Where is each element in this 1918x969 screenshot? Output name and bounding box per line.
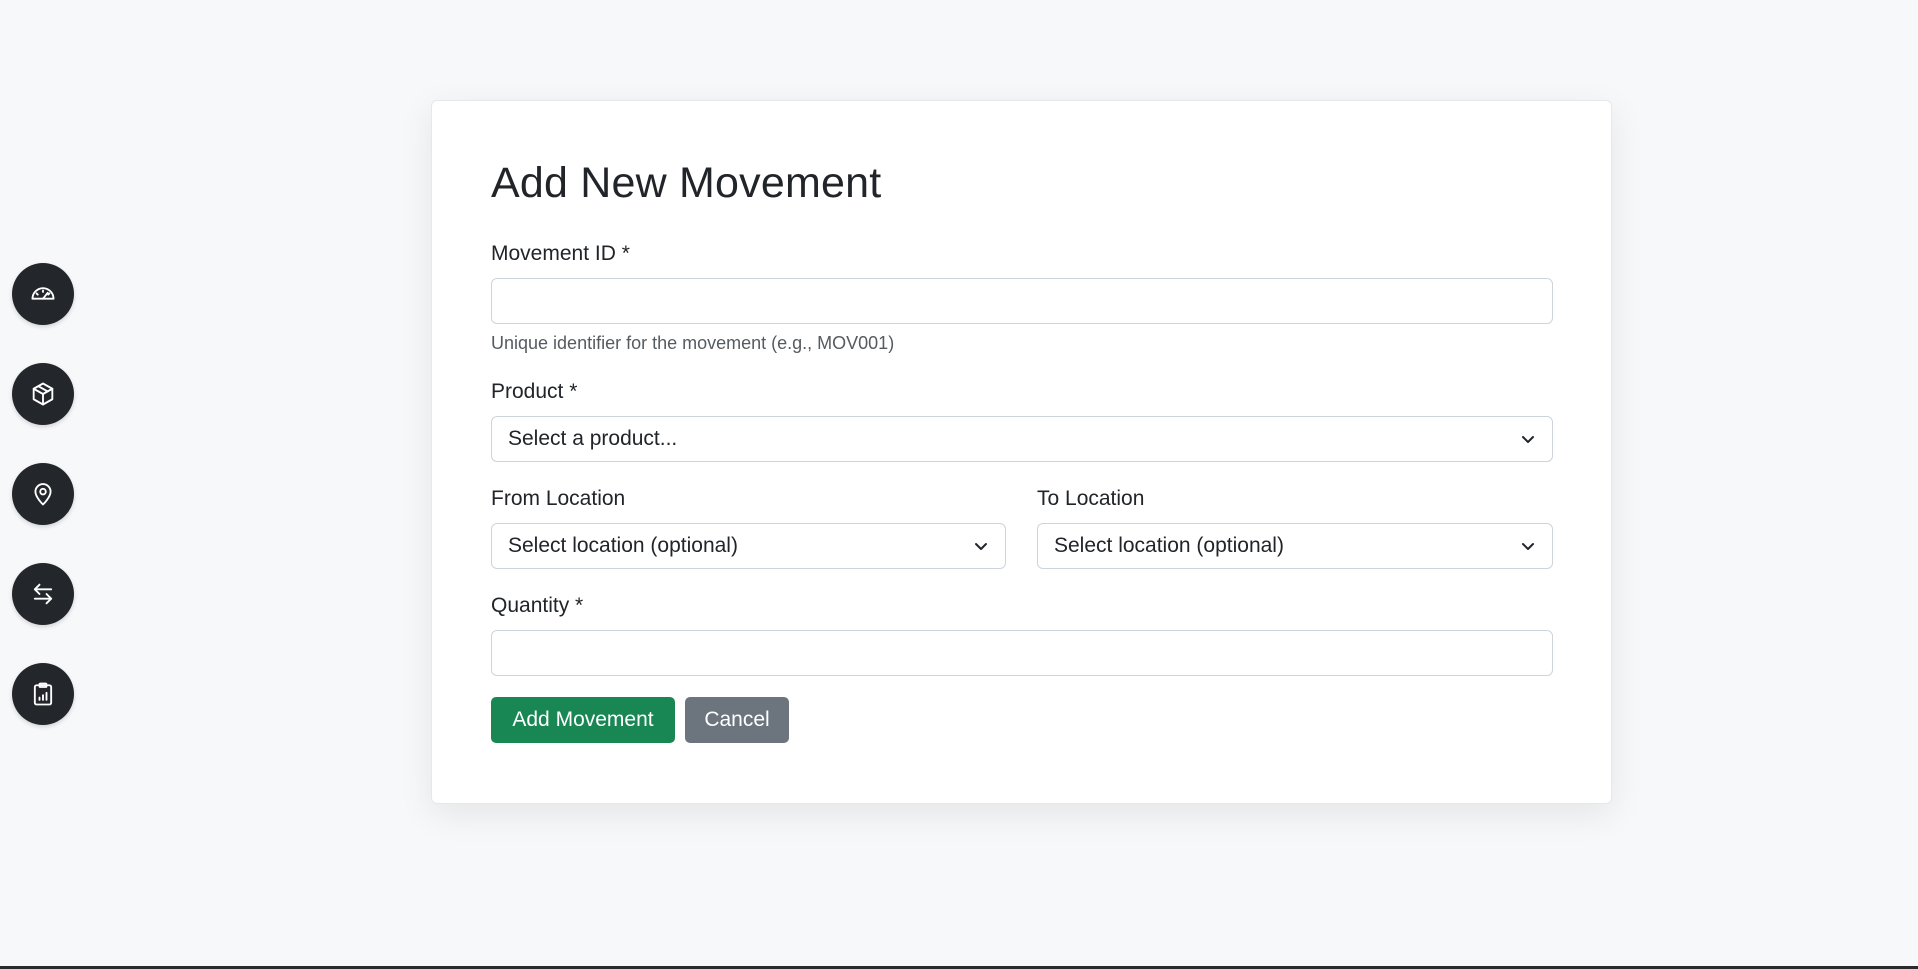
add-movement-button[interactable]: Add Movement bbox=[491, 697, 675, 743]
chevron-down-icon bbox=[975, 543, 987, 550]
movement-id-input[interactable] bbox=[491, 278, 1553, 324]
product-label: Product * bbox=[491, 380, 578, 403]
product-select[interactable]: Select a product... bbox=[491, 416, 1553, 462]
quantity-input[interactable] bbox=[491, 630, 1553, 676]
location-pin-icon bbox=[34, 483, 52, 506]
to-location-label: To Location bbox=[1037, 487, 1145, 510]
product-select-value: Select a product... bbox=[508, 427, 678, 450]
sidebar-item-locations[interactable] bbox=[12, 463, 74, 525]
chevron-down-icon bbox=[1522, 543, 1534, 550]
movement-id-help-text: Unique identifier for the movement (e.g.… bbox=[491, 333, 895, 353]
speedometer-icon bbox=[31, 287, 55, 300]
sidebar-nav bbox=[12, 263, 74, 725]
to-location-select-value: Select location (optional) bbox=[1054, 534, 1284, 557]
arrows-exchange-icon bbox=[33, 583, 53, 605]
page-title: Add New Movement bbox=[491, 159, 882, 207]
sidebar-item-movements[interactable] bbox=[12, 563, 74, 625]
movement-id-label: Movement ID * bbox=[491, 242, 630, 265]
sidebar-item-products[interactable] bbox=[12, 363, 74, 425]
chevron-down-icon bbox=[1522, 436, 1534, 443]
from-location-select-value: Select location (optional) bbox=[508, 534, 738, 557]
cancel-button[interactable]: Cancel bbox=[685, 697, 789, 743]
to-location-select[interactable]: Select location (optional) bbox=[1037, 523, 1553, 569]
quantity-label: Quantity * bbox=[491, 594, 584, 617]
sidebar-item-reports[interactable] bbox=[12, 663, 74, 725]
from-location-label: From Location bbox=[491, 487, 626, 510]
sidebar-item-dashboard[interactable] bbox=[12, 263, 74, 325]
page: Add New Movement Movement ID * Unique id… bbox=[0, 0, 1918, 969]
clipboard-chart-icon bbox=[33, 682, 53, 706]
box-icon bbox=[32, 382, 54, 406]
from-location-select[interactable]: Select location (optional) bbox=[491, 523, 1006, 569]
